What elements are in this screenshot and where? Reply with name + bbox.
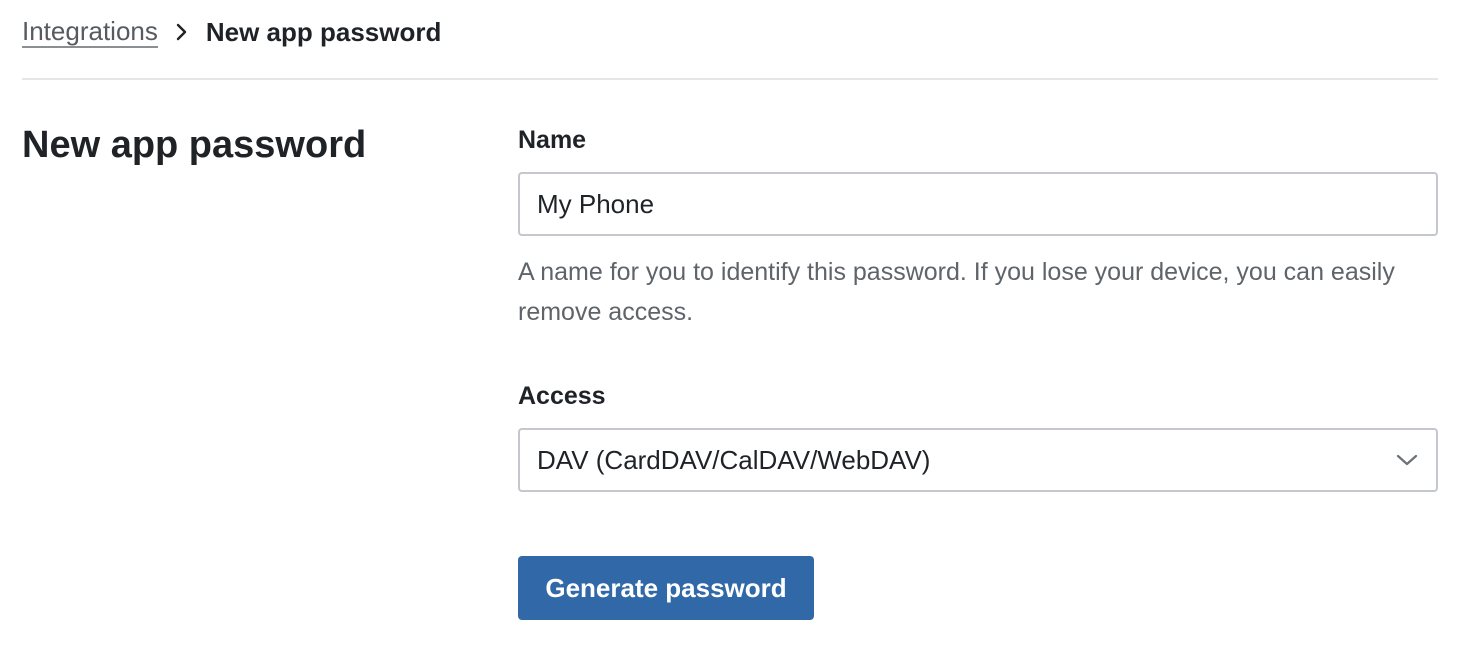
header-divider — [22, 78, 1438, 80]
name-label: Name — [518, 126, 587, 154]
name-input[interactable] — [518, 172, 1438, 236]
access-label: Access — [518, 382, 606, 410]
generate-password-button[interactable]: Generate password — [518, 556, 814, 620]
chevron-down-icon — [1395, 448, 1419, 472]
breadcrumb-current: New app password — [205, 16, 442, 47]
breadcrumb-integrations-link[interactable]: Integrations — [22, 17, 158, 48]
section-title: New app password — [22, 124, 367, 166]
access-select[interactable]: DAV (CardDAV/CalDAV/WebDAV) — [518, 428, 1438, 492]
access-select-value: DAV (CardDAV/CalDAV/WebDAV) — [537, 444, 931, 475]
name-help-text: A name for you to identify this password… — [518, 258, 1395, 326]
breadcrumb: Integrations New app password — [22, 14, 441, 50]
chevron-right-icon — [158, 14, 206, 50]
